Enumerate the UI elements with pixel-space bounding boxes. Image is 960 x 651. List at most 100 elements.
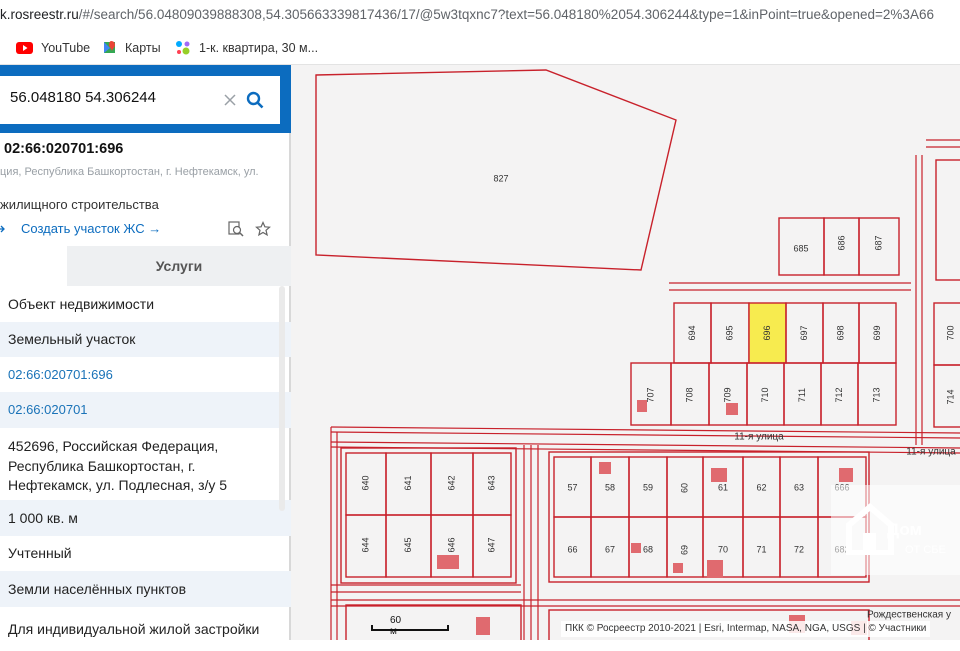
row-permitted-use: Для индивидуальной жилой застройки [8,621,260,637]
url-domain: k.rosreestr.ru [0,7,79,22]
parcel-label: 713 [871,387,881,402]
building [476,617,490,635]
parcel-label: 695 [724,325,734,340]
address-line-1: 452696, Российская Федерация, [8,438,219,454]
parcel-label: 68 [643,544,653,554]
bookmark-label: 1-к. квартира, 30 м... [199,40,319,55]
parcel-label: 61 [718,482,728,492]
parcel-label: 712 [834,387,844,402]
street-label: 11-я улица [906,447,956,458]
search-input[interactable] [10,89,210,106]
parcel-label: 647 [486,537,496,552]
tab-services[interactable]: Услуги [67,246,291,286]
row-object-type: Объект недвижимости [8,296,155,312]
row-status: Учтенный [8,545,72,561]
row-land-category: Земли населённых пунктов [0,571,291,607]
building [726,403,738,415]
bookmark-youtube[interactable]: YouTube [16,31,90,64]
row-object-kind: Земельный участок [0,322,291,357]
cadastral-number-title: 02:66:020701:696 [4,141,124,157]
parcel-label: 66 [567,544,577,554]
parcel-label: 60 [679,483,689,493]
parcel-label: 709 [722,387,732,402]
cadastral-map[interactable]: 827 685 686 687 694 695 696 697 698 699 707 708 709 7… [291,65,960,640]
parcel-label: 644 [360,537,370,552]
tab-info[interactable] [0,246,67,286]
street-label: 11-я улица [734,432,784,443]
parcel-label: 711 [797,388,807,402]
parcel-label: 63 [794,482,804,492]
parcel-label: 687 [873,235,883,250]
parcel-label: 642 [446,475,456,490]
parcel-label: 708 [684,387,694,402]
parcel-label: 694 [687,325,697,340]
parcel-label: 699 [872,325,882,340]
bookmark-label: YouTube [41,40,91,55]
parcel-label: 698 [835,325,845,340]
purpose-short: жилищного строительства [0,197,159,212]
row-cadastral-quarter[interactable]: 02:66:020701 [0,392,291,428]
clear-icon[interactable] [224,94,236,106]
address-short: ция, Республика Башкортостан, г. Нефтека… [0,166,259,178]
address-bar[interactable]: k.rosreestr.ru/#/search/56.0480903988830… [0,0,960,30]
street-label: Рождественская у [867,610,951,621]
parcel-label: 62 [756,482,766,492]
map-attribution: ПКК © Росреестр 2010-2021 | Esri, Interm… [561,621,931,637]
search-icon[interactable] [246,91,264,109]
building [707,560,723,578]
panel-scrollbar[interactable] [279,286,285,511]
bookmarks-bar: YouTube Карты 1-к. квартира, 30 м... [0,31,960,65]
parcel-label: 710 [760,387,770,402]
avito-icon [176,40,190,54]
scale-label: 60 м [390,615,402,637]
watermark-text: Дом [887,520,923,539]
street-line [330,426,960,434]
url-path: /#/search/56.04809039888308,54.305663339… [78,7,934,22]
parcel-label: 57 [567,482,577,492]
bookmark-label: Карты [125,40,161,55]
parcel-label: 67 [605,544,615,554]
address-line-3: Нефтекамск, ул. Подлесная, з/у 5 [8,477,228,493]
parcel-label: 697 [799,325,809,340]
parcel-label: 643 [486,475,496,490]
street-line [330,441,960,449]
row-address: 452696, Российская Федерация, Республика… [0,428,291,500]
bookmark-avito[interactable]: 1-к. квартира, 30 м... [175,31,318,64]
parcel-label: 686 [836,235,846,250]
parcel-label: 72 [794,544,804,554]
parcel-label: 700 [945,325,955,340]
parcel-label: 641 [403,475,413,490]
row-cadastral-number[interactable]: 02:66:020701:696 [0,357,291,392]
search-box [0,76,280,124]
star-icon[interactable] [255,221,271,237]
building [673,563,683,573]
parcel-label: 640 [360,475,370,490]
street-line [330,431,960,439]
address-line-2: Республика Башкортостан, г. [8,458,196,474]
parcel-label: 646 [446,537,456,552]
building [599,462,611,474]
create-plot-label: Создать участок ЖС → [21,221,162,236]
parcel-label: 827 [493,173,508,183]
parcel-label: 69 [679,545,689,555]
block-outline [345,604,522,640]
parcel-label: 58 [605,482,615,492]
parcel-label: 59 [643,482,653,492]
zoom-to-icon[interactable] [228,221,244,237]
arrow-right-icon [0,225,5,233]
row-area: 1 000 кв. м [0,500,291,536]
panel-tabs: Услуги [0,246,291,286]
youtube-icon [16,41,33,54]
maps-icon [104,41,115,53]
building [711,468,727,482]
watermark-subtext: ОТ СБЕ [905,544,946,556]
parcel-label: 714 [945,389,955,404]
parcel-label: 70 [718,544,728,554]
building [631,543,641,553]
building [437,555,459,569]
parcel-label: 696 [762,325,772,340]
parcel-label: 71 [756,544,766,554]
bookmark-maps[interactable]: Карты [102,31,161,64]
parcel-label: 645 [403,537,413,552]
parcel-label: 685 [793,243,808,253]
